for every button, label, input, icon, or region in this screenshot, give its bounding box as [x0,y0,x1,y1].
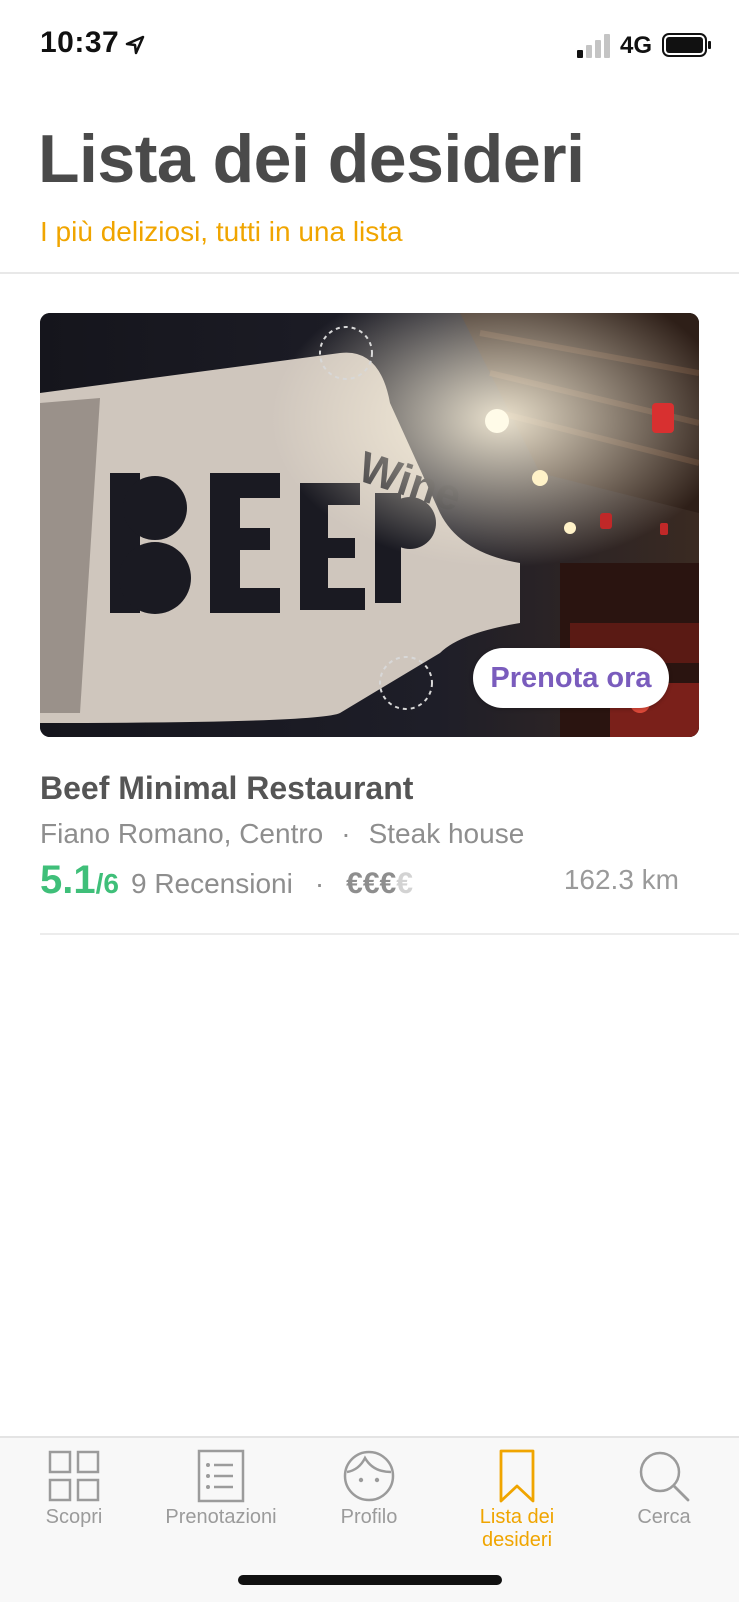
signal-icon [577,34,610,58]
page-subtitle: I più deliziosi, tutti in una lista [40,216,403,247]
search-icon [639,1451,690,1502]
restaurant-cuisine: Steak house [368,818,525,849]
card-divider [40,933,739,935]
restaurant-name[interactable]: Beef Minimal Restaurant [40,770,413,807]
home-indicator[interactable] [238,1575,502,1585]
status-bar: 10:37 4G [0,0,739,92]
tab-label: Prenotazioni [165,1506,277,1528]
battery-icon [662,33,711,57]
rating-separator: · [314,868,325,899]
page-title: Lista dei desideri [38,121,585,197]
tab-profilo[interactable]: Profilo [299,1448,439,1548]
header-divider [0,272,739,274]
status-time: 10:37 [40,26,120,59]
reviews-count[interactable]: 9 Recensioni [131,868,293,900]
rating-score: 5.1 [40,858,96,902]
distance: 162.3 km [563,864,679,895]
list-icon [197,1449,245,1503]
tab-cerca[interactable]: Cerca [594,1448,734,1548]
face-icon [343,1450,395,1502]
tab-label: Scopri [45,1506,103,1528]
location-arrow-icon [125,35,145,55]
tab-scopri[interactable]: Scopri [4,1448,144,1548]
rating-max: /6 [95,868,119,899]
rating-row: 5.1 /6 9 Recensioni · €€€ € [40,858,413,904]
restaurant-location: Fiano Romano, Centro [40,818,324,849]
tab-lista-dei-desideri[interactable]: Lista dei desideri [446,1448,588,1551]
price-level-inactive: € [396,867,413,900]
tab-label: Lista dei desideri [479,1506,555,1551]
tab-label: Cerca [637,1506,691,1528]
bookmark-icon [499,1449,535,1503]
price-level-active: €€€ [346,867,397,900]
meta-separator: · [341,818,351,849]
book-now-button[interactable]: Prenota ora [473,648,669,708]
restaurant-meta: Fiano Romano, Centro · Steak house [40,818,524,850]
tab-prenotazioni[interactable]: Prenotazioni [151,1448,291,1548]
grid-icon [48,1450,100,1502]
network-type: 4G [620,32,653,59]
tab-label: Profilo [340,1506,398,1528]
